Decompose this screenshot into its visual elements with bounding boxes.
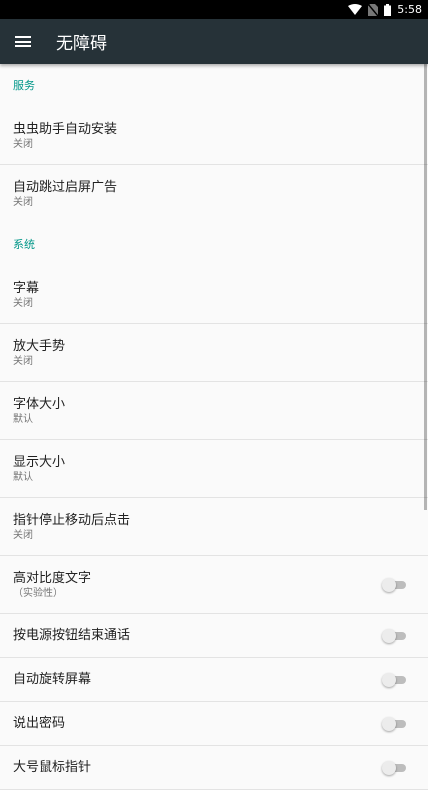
speak-passwords-toggle[interactable] bbox=[382, 716, 406, 731]
pref-title: 虫虫助手自动安装 bbox=[13, 121, 118, 137]
pref-item-skip-ads[interactable]: 自动跳过启屏广告 关闭 bbox=[0, 165, 428, 223]
pref-title: 字幕 bbox=[13, 280, 40, 296]
toolbar: 无障碍 bbox=[0, 19, 428, 64]
hamburger-menu-icon bbox=[15, 36, 31, 47]
pref-title: 按电源按钮结束通话 bbox=[13, 628, 131, 643]
pref-item-auto-rotate[interactable]: 自动旋转屏幕 bbox=[0, 658, 428, 702]
section-header-services: 服务 bbox=[13, 79, 35, 92]
high-contrast-toggle[interactable] bbox=[382, 577, 406, 592]
pref-title: 说出密码 bbox=[13, 716, 66, 731]
pref-title: 自动跳过启屏广告 bbox=[13, 180, 118, 195]
pref-summary: 关闭 bbox=[13, 355, 33, 367]
pref-summary: 默认 bbox=[13, 471, 33, 483]
scrollbar[interactable] bbox=[424, 64, 427, 510]
pref-item-display-size[interactable]: 显示大小 默认 bbox=[0, 440, 428, 498]
pref-item-speak-passwords[interactable]: 说出密码 bbox=[0, 702, 428, 746]
pref-title: 自动旋转屏幕 bbox=[13, 672, 92, 687]
status-bar: 5:58 bbox=[0, 0, 428, 19]
pref-title: 放大手势 bbox=[13, 338, 66, 354]
pref-summary: 默认 bbox=[13, 413, 33, 425]
pref-item-captions[interactable]: 字幕 关闭 bbox=[0, 266, 428, 324]
pref-item-font-size[interactable]: 字体大小 默认 bbox=[0, 382, 428, 440]
page-title: 无障碍 bbox=[56, 34, 107, 54]
section-header-system: 系统 bbox=[13, 238, 35, 251]
pref-item-magnification[interactable]: 放大手势 关闭 bbox=[0, 324, 428, 382]
menu-button[interactable] bbox=[0, 19, 46, 64]
pref-item-large-pointer[interactable]: 大号鼠标指针 bbox=[0, 746, 428, 790]
pref-summary: （实验性） bbox=[13, 587, 63, 599]
wifi-icon bbox=[348, 4, 363, 15]
pref-item-high-contrast-text[interactable]: 高对比度文字 （实验性） bbox=[0, 556, 428, 614]
pref-title: 高对比度文字 bbox=[13, 570, 92, 586]
pref-summary: 关闭 bbox=[13, 138, 33, 150]
pref-summary: 关闭 bbox=[13, 529, 33, 541]
pref-title: 指针停止移动后点击 bbox=[13, 512, 131, 528]
no-sim-icon bbox=[368, 3, 379, 16]
pref-summary: 关闭 bbox=[13, 197, 33, 208]
pref-title: 字体大小 bbox=[13, 396, 66, 412]
large-pointer-toggle[interactable] bbox=[382, 760, 406, 775]
settings-list[interactable]: 服务 虫虫助手自动安装 关闭 自动跳过启屏广告 关闭 系统 字幕 关闭 放大手势… bbox=[0, 64, 428, 790]
status-time: 5:58 bbox=[397, 3, 422, 16]
pref-title: 显示大小 bbox=[13, 454, 66, 470]
power-ends-call-toggle[interactable] bbox=[382, 628, 406, 643]
auto-rotate-toggle[interactable] bbox=[382, 672, 406, 687]
pref-summary: 关闭 bbox=[13, 297, 33, 309]
pref-item-auto-install[interactable]: 虫虫助手自动安装 关闭 bbox=[0, 107, 428, 165]
battery-icon bbox=[384, 3, 392, 16]
pref-item-dwell-click[interactable]: 指针停止移动后点击 关闭 bbox=[0, 498, 428, 556]
pref-item-power-ends-call[interactable]: 按电源按钮结束通话 bbox=[0, 614, 428, 658]
